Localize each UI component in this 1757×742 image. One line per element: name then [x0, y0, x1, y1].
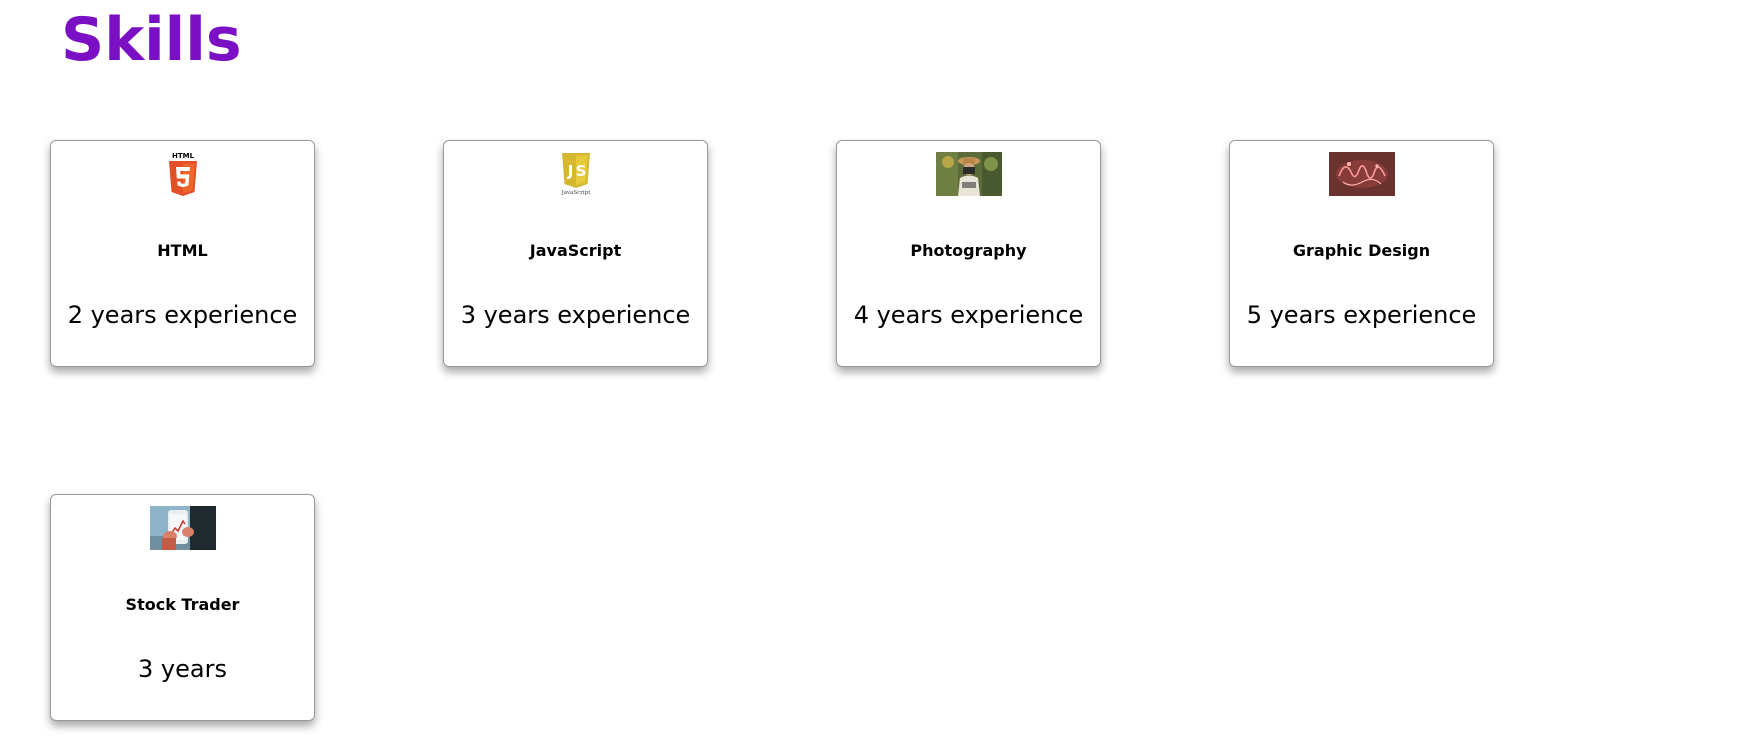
svg-text:HTML: HTML	[171, 152, 194, 160]
skill-name: JavaScript	[529, 241, 622, 260]
html5-logo-icon: HTML	[168, 152, 197, 196]
neon-sign-image	[1328, 152, 1395, 196]
skill-name: Graphic Design	[1292, 241, 1431, 260]
skill-name: Photography	[910, 241, 1027, 260]
skill-experience: 5 years experience	[1246, 301, 1477, 329]
skill-experience: 2 years experience	[67, 301, 298, 329]
javascript-logo-icon: J S JavaScript	[560, 153, 591, 196]
skill-experience: 4 years experience	[853, 301, 1084, 329]
skill-card-javascript: J S JavaScript JavaScript 3 years experi…	[443, 140, 708, 367]
skill-card-photography: Photography 4 years experience	[836, 140, 1101, 367]
svg-text:S: S	[575, 162, 586, 180]
svg-text:JavaScript: JavaScript	[560, 190, 591, 196]
skill-experience: 3 years	[138, 655, 227, 683]
skill-card-html: HTML HTML 2 years experience	[50, 140, 315, 367]
skill-card-graphic-design: Graphic Design 5 years experience	[1229, 140, 1494, 367]
skill-card-stock-trader: Stock Trader 3 years	[50, 494, 315, 721]
svg-text:J: J	[566, 162, 573, 180]
photography-image	[935, 152, 1002, 196]
skill-name: Stock Trader	[125, 595, 240, 614]
skill-name: HTML	[157, 241, 208, 260]
page-title: Skills	[61, 5, 242, 75]
skill-experience: 3 years experience	[460, 301, 691, 329]
phone-trading-image	[149, 506, 216, 550]
skills-page: Skills HTML HTML 2 years experience J S …	[0, 0, 1757, 742]
